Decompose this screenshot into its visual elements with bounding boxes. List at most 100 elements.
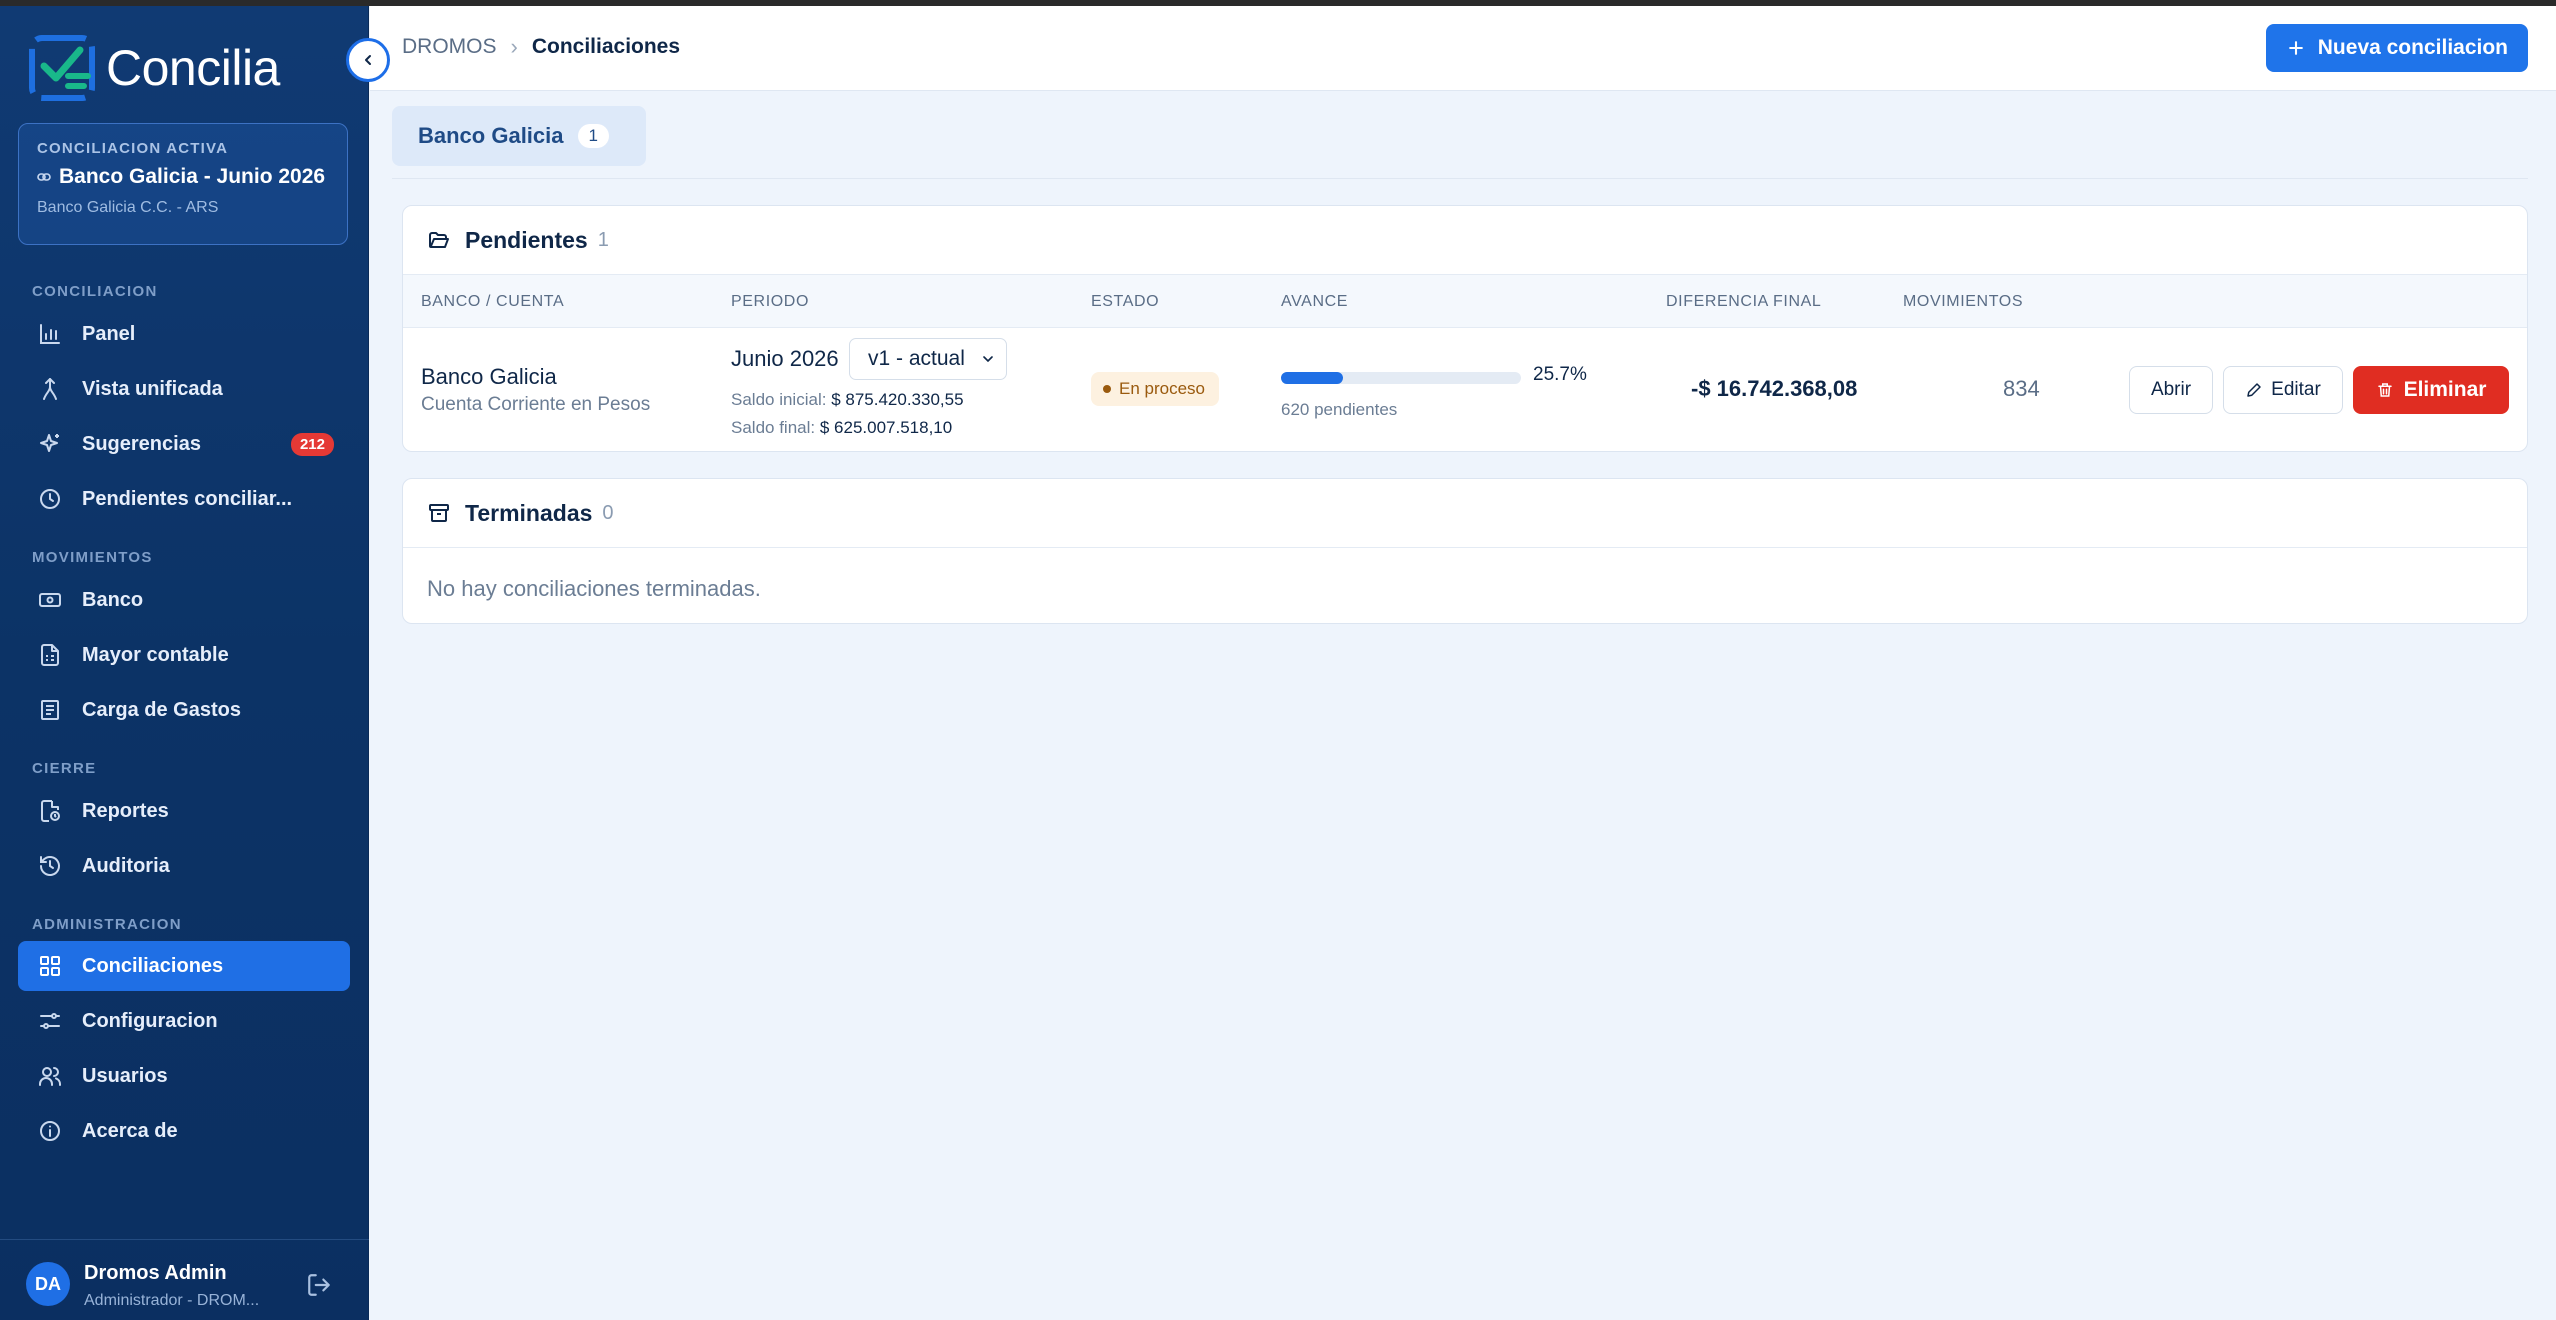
sidebar-item-acerca-de[interactable]: Acerca de (18, 1106, 350, 1156)
sidebar-item-sugerencias[interactable]: Sugerencias 212 (18, 419, 350, 469)
column-header-difference: DIFERENCIA FINAL (1666, 293, 1822, 310)
sidebar-item-label: Banco (82, 588, 144, 611)
logout-icon[interactable] (306, 1272, 332, 1298)
nav-section-movimientos: MOVIMIENTOS (32, 549, 153, 566)
sidebar-item-label: Panel (82, 322, 136, 345)
header: DROMOS › Conciliaciones Nueva conciliaci… (370, 6, 2556, 91)
pencil-icon (2247, 383, 2261, 397)
edit-label: Editar (2271, 379, 2321, 400)
sidebar-item-carga-gastos[interactable]: Carga de Gastos (18, 685, 350, 735)
column-header-bank: BANCO / CUENTA (421, 293, 565, 310)
folder-open-icon (429, 232, 449, 248)
pending-items-count: 620 pendientes (1281, 400, 1398, 419)
finished-header: Terminadas 0 (403, 479, 2527, 548)
ledger-icon (36, 641, 64, 669)
sparkles-icon (36, 430, 64, 458)
opening-balance-value: $ 875.420.330,55 (831, 390, 964, 409)
sidebar-item-mayor-contable[interactable]: Mayor contable (18, 630, 350, 680)
chevron-right-icon: › (510, 34, 518, 59)
period-label: Junio 2026 (731, 346, 839, 371)
bank-name: Banco Galicia (421, 364, 557, 389)
user-role: Administrador - DROM... (84, 1292, 260, 1309)
logo: Concilia (28, 28, 280, 108)
link-icon (37, 173, 51, 181)
sidebar-item-label: Pendientes conciliar... (82, 487, 293, 510)
closing-balance: Saldo final: $ 625.007.518,10 (731, 418, 952, 438)
opening-balance-label: Saldo inicial: (731, 390, 827, 409)
bar-chart-icon (36, 320, 64, 348)
pending-header: Pendientes 1 (403, 206, 2527, 275)
status-dot-icon (1103, 385, 1111, 393)
sidebar-item-label: Configuracion (82, 1009, 218, 1032)
active-reconciliation-title: Banco Galicia - Junio 2026 (59, 165, 326, 188)
version-value: v1 - actual (868, 347, 965, 370)
collapse-sidebar-button[interactable] (346, 38, 390, 82)
sidebar-item-label: Acerca de (82, 1119, 178, 1142)
table-row[interactable]: Banco Galicia Cuenta Corriente en Pesos … (403, 328, 2527, 451)
sidebar-item-label: Mayor contable (82, 643, 229, 666)
table-header: BANCO / CUENTA PERIODO ESTADO AVANCE DIF… (403, 275, 2527, 328)
version-select[interactable]: v1 - actual (849, 338, 1007, 380)
breadcrumb-current: Conciliaciones (531, 35, 681, 58)
open-button[interactable]: Abrir (2129, 366, 2213, 414)
sidebar-item-configuracion[interactable]: Configuracion (18, 996, 350, 1046)
opening-balance: Saldo inicial: $ 875.420.330,55 (731, 390, 964, 410)
info-icon (36, 1117, 64, 1145)
concilia-logo-icon (29, 35, 95, 101)
clock-icon (36, 485, 64, 513)
avatar[interactable]: DA (26, 1262, 70, 1306)
final-difference: -$ 16.742.368,08 (1691, 376, 1858, 401)
report-icon (36, 797, 64, 825)
sidebar-item-conciliaciones[interactable]: Conciliaciones (18, 941, 350, 991)
breadcrumb: DROMOS › Conciliaciones (402, 34, 680, 60)
users-icon (36, 1062, 64, 1090)
tab-count: 1 (577, 124, 609, 148)
column-header-movements: MOVIMIENTOS (1903, 293, 2024, 310)
column-header-progress: AVANCE (1281, 293, 1349, 310)
finished-title: Terminadas (465, 499, 593, 526)
column-header-status: ESTADO (1091, 293, 1160, 310)
trash-icon (2377, 383, 2392, 397)
sidebar-item-label: Carga de Gastos (82, 698, 241, 721)
banknote-icon (36, 586, 64, 614)
new-reconciliation-button[interactable]: Nueva conciliacion (2265, 24, 2528, 72)
active-reconciliation-subtitle: Banco Galicia C.C. - ARS (37, 199, 219, 216)
pending-title: Pendientes (465, 226, 588, 253)
delete-label: Eliminar (2403, 378, 2487, 401)
sidebar-item-reportes[interactable]: Reportes (18, 786, 350, 836)
delete-button[interactable]: Eliminar (2353, 366, 2509, 414)
sidebar-item-banco[interactable]: Banco (18, 575, 350, 625)
finished-count: 0 (602, 501, 614, 524)
movements-count: 834 (2003, 376, 2040, 401)
sidebar-item-vista-unificada[interactable]: Vista unificada (18, 364, 350, 414)
breadcrumb-root[interactable]: DROMOS (402, 35, 497, 59)
user-name: Dromos Admin (84, 1262, 227, 1284)
active-reconciliation-card[interactable]: CONCILIACION ACTIVA Banco Galicia - Juni… (18, 123, 348, 245)
sidebar-item-label: Usuarios (82, 1064, 168, 1087)
tab-banco-galicia[interactable]: Banco Galicia 1 (392, 106, 646, 166)
status-text: En proceso (1119, 379, 1205, 398)
receipt-icon (36, 696, 64, 724)
closing-balance-value: $ 625.007.518,10 (819, 418, 953, 437)
finished-empty-message: No hay conciliaciones terminadas. (427, 576, 761, 601)
history-icon (36, 852, 64, 880)
nav-section-conciliacion: CONCILIACION (32, 283, 158, 300)
active-reconciliation-label: CONCILIACION ACTIVA (37, 140, 229, 157)
sidebar-item-panel[interactable]: Panel (18, 309, 350, 359)
finished-card: Terminadas 0 No hay conciliaciones termi… (402, 478, 2528, 624)
sidebar-item-pendientes[interactable]: Pendientes conciliar... (18, 474, 350, 524)
sidebar-item-label: Vista unificada (82, 377, 223, 400)
sidebar-item-label: Auditoria (82, 854, 170, 877)
merge-icon (36, 375, 64, 403)
status-badge: En proceso (1091, 372, 1219, 406)
progress-percent: 25.7% (1533, 364, 1587, 385)
pending-card: Pendientes 1 BANCO / CUENTA PERIODO ESTA… (402, 205, 2528, 452)
nav-section-cierre: CIERRE (32, 760, 97, 777)
sidebar-item-auditoria[interactable]: Auditoria (18, 841, 350, 891)
nav-section-administracion: ADMINISTRACION (32, 916, 182, 933)
sidebar-item-usuarios[interactable]: Usuarios (18, 1051, 350, 1101)
sidebar-item-label: Sugerencias (82, 432, 201, 455)
edit-button[interactable]: Editar (2223, 366, 2343, 414)
window-top-edge (0, 0, 2556, 6)
column-header-period: PERIODO (731, 293, 809, 310)
